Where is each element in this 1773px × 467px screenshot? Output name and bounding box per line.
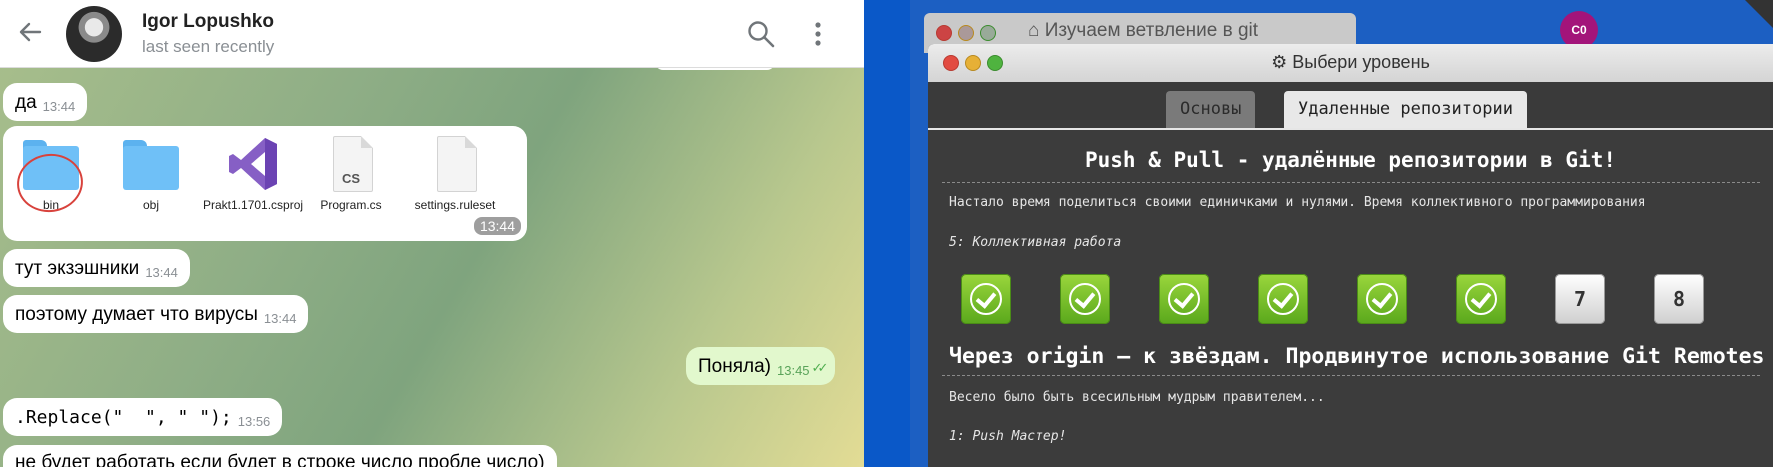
level-6-completed[interactable] [1456, 274, 1506, 324]
message-text: да [15, 92, 37, 113]
file-item[interactable]: obj [103, 134, 199, 212]
section-title: Через origin – к звёздам. Продвинутое ис… [949, 344, 1765, 369]
search-icon[interactable] [746, 19, 776, 49]
tab-remote-repositories[interactable]: Удаленные репозитории [1284, 91, 1527, 128]
back-arrow-icon[interactable] [16, 18, 44, 46]
file-item[interactable]: settings.ruleset [407, 134, 503, 212]
close-button[interactable] [936, 25, 952, 41]
more-menu-icon[interactable] [806, 19, 830, 49]
checkmark-icon [1267, 283, 1299, 315]
files-message[interactable]: bin obj Prakt1.1701.csproj CS Program.cs… [3, 126, 527, 241]
level-3-completed[interactable] [1159, 274, 1209, 324]
window-title-text: Выбери уровень [1292, 52, 1430, 72]
contact-status: last seen recently [142, 37, 275, 56]
corner-ribbon [1745, 0, 1773, 28]
level-8-button[interactable]: 8 [1654, 274, 1704, 324]
gear-icon: ⚙ [1271, 52, 1288, 72]
file-name: settings.ruleset [414, 198, 496, 212]
message-time: 13:44 [42, 99, 76, 114]
level-4-completed[interactable] [1258, 274, 1308, 324]
cs-extension-label: CS [342, 171, 361, 186]
background-window-title-text: Изучаем ветвление в git [1044, 20, 1259, 41]
level-2-completed[interactable] [1060, 274, 1110, 324]
desktop-background [864, 0, 910, 467]
visual-studio-icon [221, 134, 281, 194]
minimize-button[interactable] [958, 25, 974, 41]
file-name: Prakt1.1701.csproj [203, 198, 304, 212]
message-bubble[interactable]: поэтому думает что вирусы 13:44 [3, 295, 309, 333]
contact-name[interactable]: Igor Lopushko [142, 11, 274, 33]
divider [942, 375, 1760, 376]
current-level-label: 1: Push Мастер! [949, 429, 1067, 444]
level-1-completed[interactable] [961, 274, 1011, 324]
message-bubble[interactable]: тут экзэшники 13:44 [3, 249, 190, 287]
section-title: Push & Pull - удалённые репозитории в Gi… [1084, 148, 1616, 172]
checkmark-icon [1168, 283, 1200, 315]
contact-avatar[interactable] [66, 6, 122, 62]
background-window-title: ⌂ Изучаем ветвление в git [1028, 20, 1258, 42]
file-name: obj [142, 198, 159, 212]
message-bubble[interactable]: не будет работать если будет в строке чи… [3, 445, 557, 467]
checkmark-icon [1069, 283, 1101, 315]
file-icon [425, 134, 485, 194]
folder-icon [121, 134, 181, 194]
file-name: Program.cs [320, 198, 382, 212]
checkmark-icon [1366, 283, 1398, 315]
section-description: Настало время поделиться своими единичка… [949, 195, 1646, 210]
home-icon: ⌂ [1028, 20, 1040, 41]
telegram-chat-window: Igor Lopushko last seen recently да 13:44… [0, 0, 864, 467]
message-bubble[interactable]: да 13:44 [3, 83, 88, 121]
message-text: .Replace(" ", " "); [15, 407, 232, 428]
read-checkmarks-icon: ✓✓ [811, 360, 829, 375]
message-time: 13:44 [473, 217, 521, 235]
file-item[interactable]: Prakt1.1701.csproj [203, 134, 304, 212]
window-title: ⚙ Выбери уровень [928, 52, 1773, 73]
checkmark-icon [970, 283, 1002, 315]
checkmark-icon [1465, 283, 1497, 315]
file-item[interactable]: CS Program.cs [303, 134, 399, 212]
message-text: Поняла) [698, 356, 771, 377]
level-select-window: ⚙ Выбери уровень Основы Удаленные репози… [928, 44, 1773, 467]
chat-header: Igor Lopushko last seen recently [0, 0, 864, 68]
current-level-label: 5: Коллективная работа [949, 235, 1122, 250]
level-7-button[interactable]: 7 [1555, 274, 1605, 324]
cs-file-icon: CS [321, 134, 381, 194]
message-text: не будет работать если будет в строке чи… [15, 452, 545, 467]
outgoing-message-bubble[interactable]: Поняла) 13:45 ✓✓ [686, 347, 836, 385]
window-titlebar[interactable]: ⚙ Выбери уровень [928, 44, 1773, 83]
maximize-button[interactable] [980, 25, 996, 41]
file-item[interactable]: bin [3, 134, 99, 217]
message-text: поэтому думает что вирусы [15, 304, 258, 325]
divider [942, 182, 1760, 183]
folder-icon [13, 134, 87, 217]
level-5-completed[interactable] [1357, 274, 1407, 324]
tab-basics[interactable]: Основы [1166, 91, 1256, 128]
level-tabs: Основы Удаленные репозитории [928, 82, 1773, 130]
message-time: 13:44 [263, 311, 297, 326]
message-time: 13:45 [777, 363, 810, 378]
message-time: 13:56 [237, 414, 271, 429]
section-description: Весело было быть всесильным мудрым прави… [949, 390, 1325, 405]
message-text: тут экзэшники [15, 258, 140, 279]
message-bubble[interactable]: .Replace(" ", " "); 13:56 [3, 398, 283, 436]
message-time: 13:44 [145, 265, 178, 280]
